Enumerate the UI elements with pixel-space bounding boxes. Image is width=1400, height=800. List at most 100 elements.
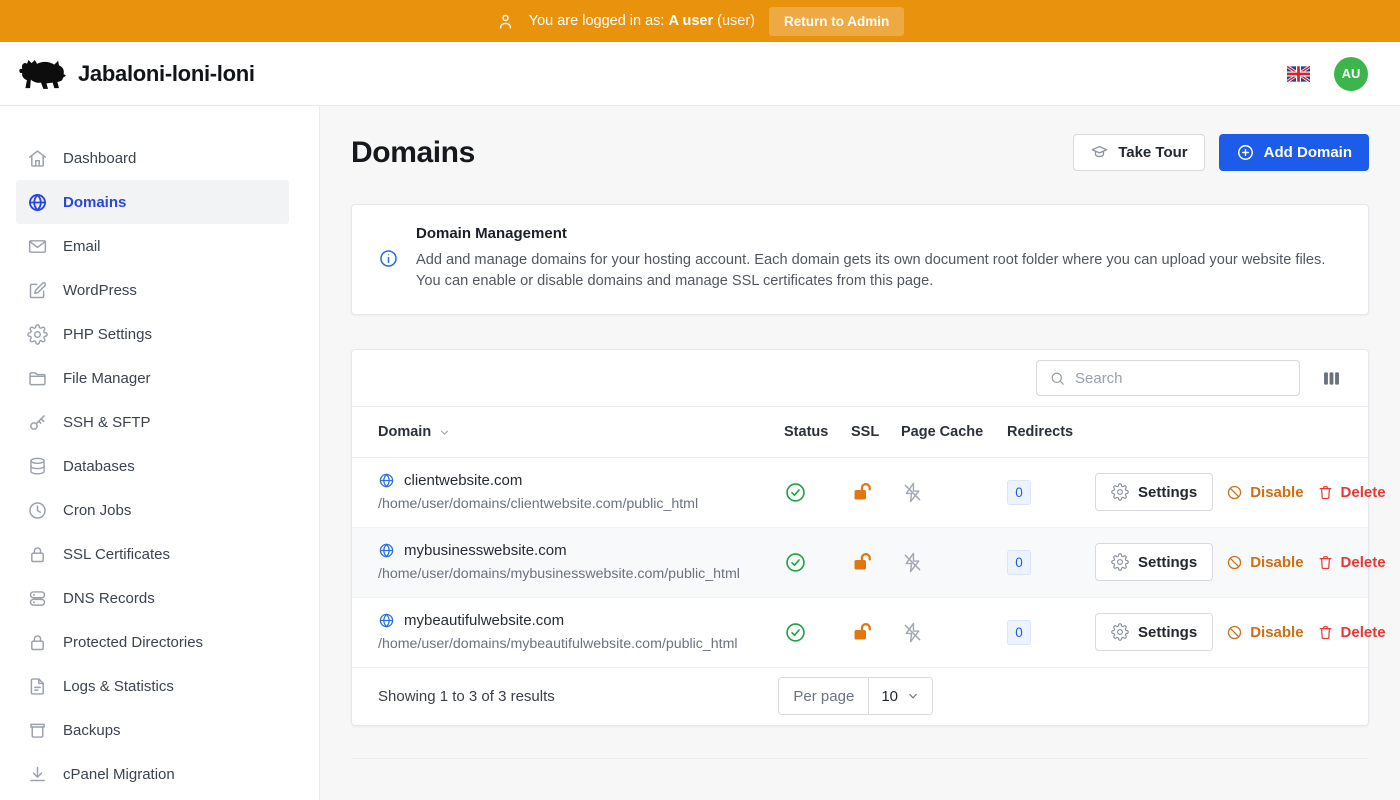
return-to-admin-button[interactable]: Return to Admin <box>769 7 904 36</box>
domain-document-root: /home/user/domains/mybusinesswebsite.com… <box>378 566 784 582</box>
take-tour-button[interactable]: Take Tour <box>1073 134 1204 171</box>
sidebar-item-ssh-sftp[interactable]: SSH & SFTP <box>16 400 289 444</box>
table-row: mybeautifulwebsite.com /home/user/domain… <box>352 598 1368 667</box>
globe-icon <box>378 612 395 629</box>
sidebar-item-label: Dashboard <box>63 150 136 167</box>
per-page-value: 10 <box>881 688 898 705</box>
sidebar-item-label: SSH & SFTP <box>63 414 151 431</box>
delete-button[interactable]: Delete <box>1317 484 1386 501</box>
sidebar-item-email[interactable]: Email <box>16 224 289 268</box>
add-domain-button[interactable]: Add Domain <box>1219 134 1369 171</box>
sidebar-item-cpanel-migration[interactable]: cPanel Migration <box>16 752 289 796</box>
status-enabled-icon <box>784 621 807 644</box>
sidebar-item-backups[interactable]: Backups <box>16 708 289 752</box>
redirects-count-badge[interactable]: 0 <box>1007 550 1031 575</box>
lock-icon <box>27 632 48 653</box>
trash-icon <box>1317 554 1334 571</box>
brand-name: Jabaloni-loni-loni <box>78 61 255 87</box>
settings-button[interactable]: Settings <box>1095 613 1213 651</box>
sidebar-item-label: DNS Records <box>63 590 155 607</box>
settings-button[interactable]: Settings <box>1095 473 1213 511</box>
sidebar-item-label: File Manager <box>63 370 151 387</box>
sidebar-item-label: cPanel Migration <box>63 766 175 783</box>
search-input[interactable] <box>1075 370 1287 387</box>
impersonated-user-role: (user) <box>717 13 755 29</box>
sidebar-item-protected-directories[interactable]: Protected Directories <box>16 620 289 664</box>
user-icon <box>496 12 515 31</box>
trash-icon <box>1317 624 1334 641</box>
main-content: Domains Take Tour Add Domain Domain Mana… <box>320 106 1400 800</box>
domains-table-card: Domain Status SSL Page Cache Redirects c… <box>351 349 1369 726</box>
page-cache-off-icon[interactable] <box>901 481 924 504</box>
domain-document-root: /home/user/domains/clientwebsite.com/pub… <box>378 496 784 512</box>
per-page-select[interactable]: Per page 10 <box>778 677 933 715</box>
sidebar-item-label: Logs & Statistics <box>63 678 174 695</box>
database-icon <box>27 456 48 477</box>
globe-icon <box>27 192 48 213</box>
user-avatar[interactable]: AU <box>1334 57 1368 91</box>
column-header-page-cache: Page Cache <box>901 424 1007 440</box>
sidebar-item-label: Databases <box>63 458 135 475</box>
delete-button[interactable]: Delete <box>1317 624 1386 641</box>
sidebar-item-label: Domains <box>63 194 126 211</box>
sidebar-item-label: Backups <box>63 722 121 739</box>
domain-management-info-box: Domain Management Add and manage domains… <box>351 204 1369 315</box>
disable-button[interactable]: Disable <box>1226 484 1303 501</box>
server-icon <box>27 588 48 609</box>
plus-circle-icon <box>1236 143 1255 162</box>
sidebar-item-domains[interactable]: Domains <box>16 180 289 224</box>
sidebar-item-label: Email <box>63 238 101 255</box>
domain-name-link[interactable]: mybusinesswebsite.com <box>404 542 567 559</box>
sidebar-item-logs-statistics[interactable]: Logs & Statistics <box>16 664 289 708</box>
page-title: Domains <box>351 136 475 170</box>
settings-button[interactable]: Settings <box>1095 543 1213 581</box>
sidebar-item-ssl-certificates[interactable]: SSL Certificates <box>16 532 289 576</box>
impersonation-banner: You are logged in as: A user (user) Retu… <box>0 0 1400 42</box>
gear-icon <box>27 324 48 345</box>
graduation-cap-icon <box>1090 143 1109 162</box>
sidebar-item-wordpress[interactable]: WordPress <box>16 268 289 312</box>
home-icon <box>27 148 48 169</box>
page-cache-off-icon[interactable] <box>901 551 924 574</box>
sidebar-item-label: Protected Directories <box>63 634 203 651</box>
sidebar-item-dns-records[interactable]: DNS Records <box>16 576 289 620</box>
trash-icon <box>1317 484 1334 501</box>
impersonated-user-name: A user <box>669 13 714 29</box>
column-header-status: Status <box>784 424 851 440</box>
disable-button[interactable]: Disable <box>1226 554 1303 571</box>
disable-button[interactable]: Disable <box>1226 624 1303 641</box>
column-settings-button[interactable] <box>1317 364 1346 393</box>
sidebar-item-dashboard[interactable]: Dashboard <box>16 136 289 180</box>
per-page-label: Per page <box>779 678 869 714</box>
folder-icon <box>27 368 48 389</box>
page-cache-off-icon[interactable] <box>901 621 924 644</box>
sort-chevron-icon <box>438 426 451 439</box>
domain-name-link[interactable]: mybeautifulwebsite.com <box>404 612 564 629</box>
redirects-count-badge[interactable]: 0 <box>1007 620 1031 645</box>
info-box-body: Add and manage domains for your hosting … <box>416 250 1342 292</box>
section-divider <box>351 758 1369 759</box>
status-enabled-icon <box>784 551 807 574</box>
delete-button[interactable]: Delete <box>1317 554 1386 571</box>
column-header-domain[interactable]: Domain <box>378 424 784 440</box>
table-row: clientwebsite.com /home/user/domains/cli… <box>352 458 1368 528</box>
ssl-unlocked-icon[interactable] <box>851 620 875 644</box>
pencil-icon <box>27 280 48 301</box>
sidebar-item-file-manager[interactable]: File Manager <box>16 356 289 400</box>
redirects-count-badge[interactable]: 0 <box>1007 480 1031 505</box>
sidebar-item-label: Cron Jobs <box>63 502 131 519</box>
slash-circle-icon <box>1226 624 1243 641</box>
sidebar-item-cron-jobs[interactable]: Cron Jobs <box>16 488 289 532</box>
column-header-ssl: SSL <box>851 424 901 440</box>
search-icon <box>1049 370 1066 387</box>
domain-name-link[interactable]: clientwebsite.com <box>404 472 522 489</box>
status-enabled-icon <box>784 481 807 504</box>
language-selector[interactable] <box>1285 64 1312 84</box>
sidebar-item-php-settings[interactable]: PHP Settings <box>16 312 289 356</box>
ssl-unlocked-icon[interactable] <box>851 480 875 504</box>
info-box-title: Domain Management <box>416 225 1342 242</box>
sidebar-item-databases[interactable]: Databases <box>16 444 289 488</box>
boar-logo-icon <box>16 56 66 92</box>
brand-logo[interactable]: Jabaloni-loni-loni <box>16 56 255 92</box>
ssl-unlocked-icon[interactable] <box>851 550 875 574</box>
